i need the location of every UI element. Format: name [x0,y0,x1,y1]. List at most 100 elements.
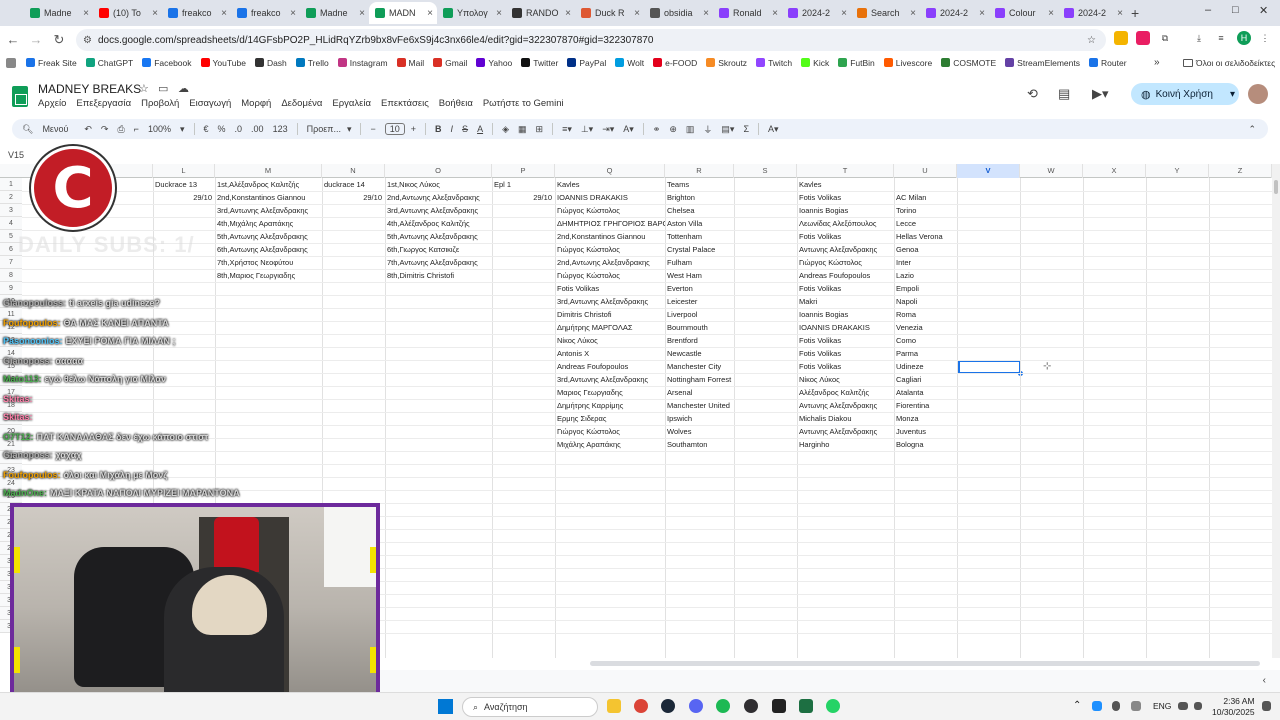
table-cell[interactable]: Γιώργος Κώστολος [797,256,894,269]
explore-collapse-icon[interactable]: ‹ [1263,675,1266,686]
table-cell[interactable]: Crystal Palace [665,243,734,256]
tab-close-icon[interactable]: × [221,8,227,19]
table-cell[interactable]: ΔΗΜΗΤΡΙΟΣ ΓΡΗΓΟΡΙΟΣ ΒΑΡΟΥ [555,217,665,230]
taskbar-search[interactable]: ⌕ Αναζήτηση [462,697,598,717]
currency-format-button[interactable]: € [204,124,209,134]
browser-tab[interactable]: MADN × [369,2,437,24]
column-header[interactable]: Y [1146,164,1209,178]
all-bookmarks-folder[interactable]: Όλοι οι σελιδοδείκτες [1183,58,1275,68]
percent-format-button[interactable]: % [218,124,226,134]
collapse-toolbar-icon[interactable]: ⌃ [1248,124,1256,135]
menu-item[interactable]: Επεκτάσεις [381,98,429,109]
text-wrap-icon[interactable]: ⇥▾ [602,124,614,135]
table-cell[interactable]: IOANNIS DRAKAKIS [797,321,894,334]
table-cell[interactable]: Γιώργος Κώστολος [555,269,665,282]
table-cell[interactable]: Kavles [797,178,894,191]
table-cell[interactable]: Makri [797,295,894,308]
table-cell[interactable]: Lecce [894,217,957,230]
bookmark-item[interactable]: PayPal [567,58,606,68]
table-cell[interactable]: 7th,Αντωνης Αλεξανδρακης [385,256,492,269]
share-button[interactable]: ◍ Κοινή Χρήση ▾ [1131,83,1239,105]
row-header[interactable]: 4 [0,217,22,230]
column-header[interactable]: R [665,164,734,178]
site-info-icon[interactable]: ⚙ [83,35,92,46]
tab-close-icon[interactable]: × [841,8,847,19]
tab-close-icon[interactable]: × [359,8,365,19]
new-tab-icon[interactable]: + [1131,5,1139,21]
tab-close-icon[interactable]: × [290,8,296,19]
row-header[interactable]: 2 [0,191,22,204]
vertical-align-icon[interactable]: ⊥▾ [581,124,593,135]
strikethrough-icon[interactable]: S [462,124,468,134]
table-cell[interactable]: Empoli [894,282,957,295]
table-cell[interactable]: Bologna [894,438,957,451]
table-cell[interactable]: 2nd,Konstantinos Giannou [215,191,322,204]
table-cell[interactable]: Liverpool [665,308,734,321]
column-header[interactable]: P [492,164,555,178]
bookmark-item[interactable]: Yahoo [476,58,512,68]
url-field[interactable]: ⚙ docs.google.com/spreadsheets/d/14GFsbP… [76,29,1106,51]
table-cell[interactable]: Αλέξανδρος Καλιτζής [797,386,894,399]
notifications-icon[interactable] [1262,701,1271,711]
column-header[interactable]: S [734,164,797,178]
italic-icon[interactable]: I [451,124,454,134]
functions-icon[interactable]: Σ [743,124,749,134]
table-cell[interactable]: West Ham [665,269,734,282]
table-cell[interactable]: 3rd,Αντωνης Αλεξανδρακης [555,373,665,386]
bookmark-item[interactable]: StreamElements [1005,58,1080,68]
table-cell[interactable]: Andreas Foufopoulos [555,360,665,373]
browser-tab[interactable]: Colour × [989,2,1058,24]
table-cell[interactable]: Γιώργος Κώστολος [555,425,665,438]
vertical-scrollbar[interactable] [1272,164,1280,658]
table-cell[interactable]: Genoa [894,243,957,256]
input-tools-icon[interactable]: A▾ [768,124,779,135]
table-cell[interactable]: Ερμης Σιδερας [555,412,665,425]
table-cell[interactable]: Ioannis Bogias [797,204,894,217]
extension-icon[interactable] [1114,31,1128,45]
bookmark-item[interactable]: Instagram [337,58,388,68]
tab-close-icon[interactable]: × [1048,8,1054,19]
steam-icon[interactable] [661,699,675,713]
increase-decimal-button[interactable]: .00 [251,124,264,134]
table-cell[interactable]: Ipswich [665,412,734,425]
table-cell[interactable]: Andreas Foufopoulos [797,269,894,282]
font-size-increase-icon[interactable]: + [411,124,416,134]
table-cell[interactable]: Napoli [894,295,957,308]
table-cell[interactable]: Arsenal [665,386,734,399]
table-cell[interactable]: Torino [894,204,957,217]
column-header[interactable]: O [385,164,492,178]
table-cell[interactable]: Nottingham Forrest [665,373,734,386]
column-header[interactable]: X [1083,164,1146,178]
browser-tab[interactable]: Ronald × [713,2,782,24]
bookmark-item[interactable]: Router [1089,58,1127,68]
table-cell[interactable]: AC Milan [894,191,957,204]
browser-tab[interactable]: freakco × [162,2,231,24]
obs-icon[interactable] [744,699,758,713]
browser-tab[interactable]: Search × [851,2,920,24]
tab-close-icon[interactable]: × [83,8,89,19]
minimize-icon[interactable]: – [1205,4,1211,16]
bookmark-item[interactable]: COSMOTE [941,58,996,68]
table-cell[interactable]: Bournmouth [665,321,734,334]
table-cell[interactable]: 6th,Αντωνης Αλεξανδρακης [215,243,322,256]
table-cell[interactable]: 2nd,Konstantinos Giannou [555,230,665,243]
extensions-puzzle-icon[interactable]: ⧉ [1158,31,1172,45]
table-cell[interactable]: Μαριος Γεωργιαδης [555,386,665,399]
table-cell[interactable]: Fiorentina [894,399,957,412]
meet-icon[interactable]: ▶▾ [1092,86,1109,102]
table-cell[interactable]: 3rd,Αντωνης Αλεξανδρακης [215,204,322,217]
menu-item[interactable]: Εισαγωγή [189,98,231,109]
table-cell[interactable]: Αντωνης Αλεξανδρακης [797,425,894,438]
language-indicator[interactable]: ENG [1153,701,1171,711]
horizontal-scrollbar[interactable] [380,658,1280,668]
menu-item[interactable]: Ρωτήστε το Gemini [483,98,564,109]
comments-icon[interactable]: ▤ [1058,86,1070,102]
browser-tab[interactable]: obsidia × [644,2,713,24]
borders-icon[interactable]: ▦ [518,124,527,135]
table-cell[interactable]: Δημήτρης Καρρίμης [555,399,665,412]
table-cell[interactable]: 7th,Χρήστος Νεοφύτου [215,256,322,269]
font-select[interactable]: Προεπ... [307,124,341,134]
text-rotation-icon[interactable]: A▾ [623,124,634,135]
document-title[interactable]: MADNEY BREAKS [38,82,141,96]
bookmark-item[interactable]: Freak Site [26,58,77,68]
